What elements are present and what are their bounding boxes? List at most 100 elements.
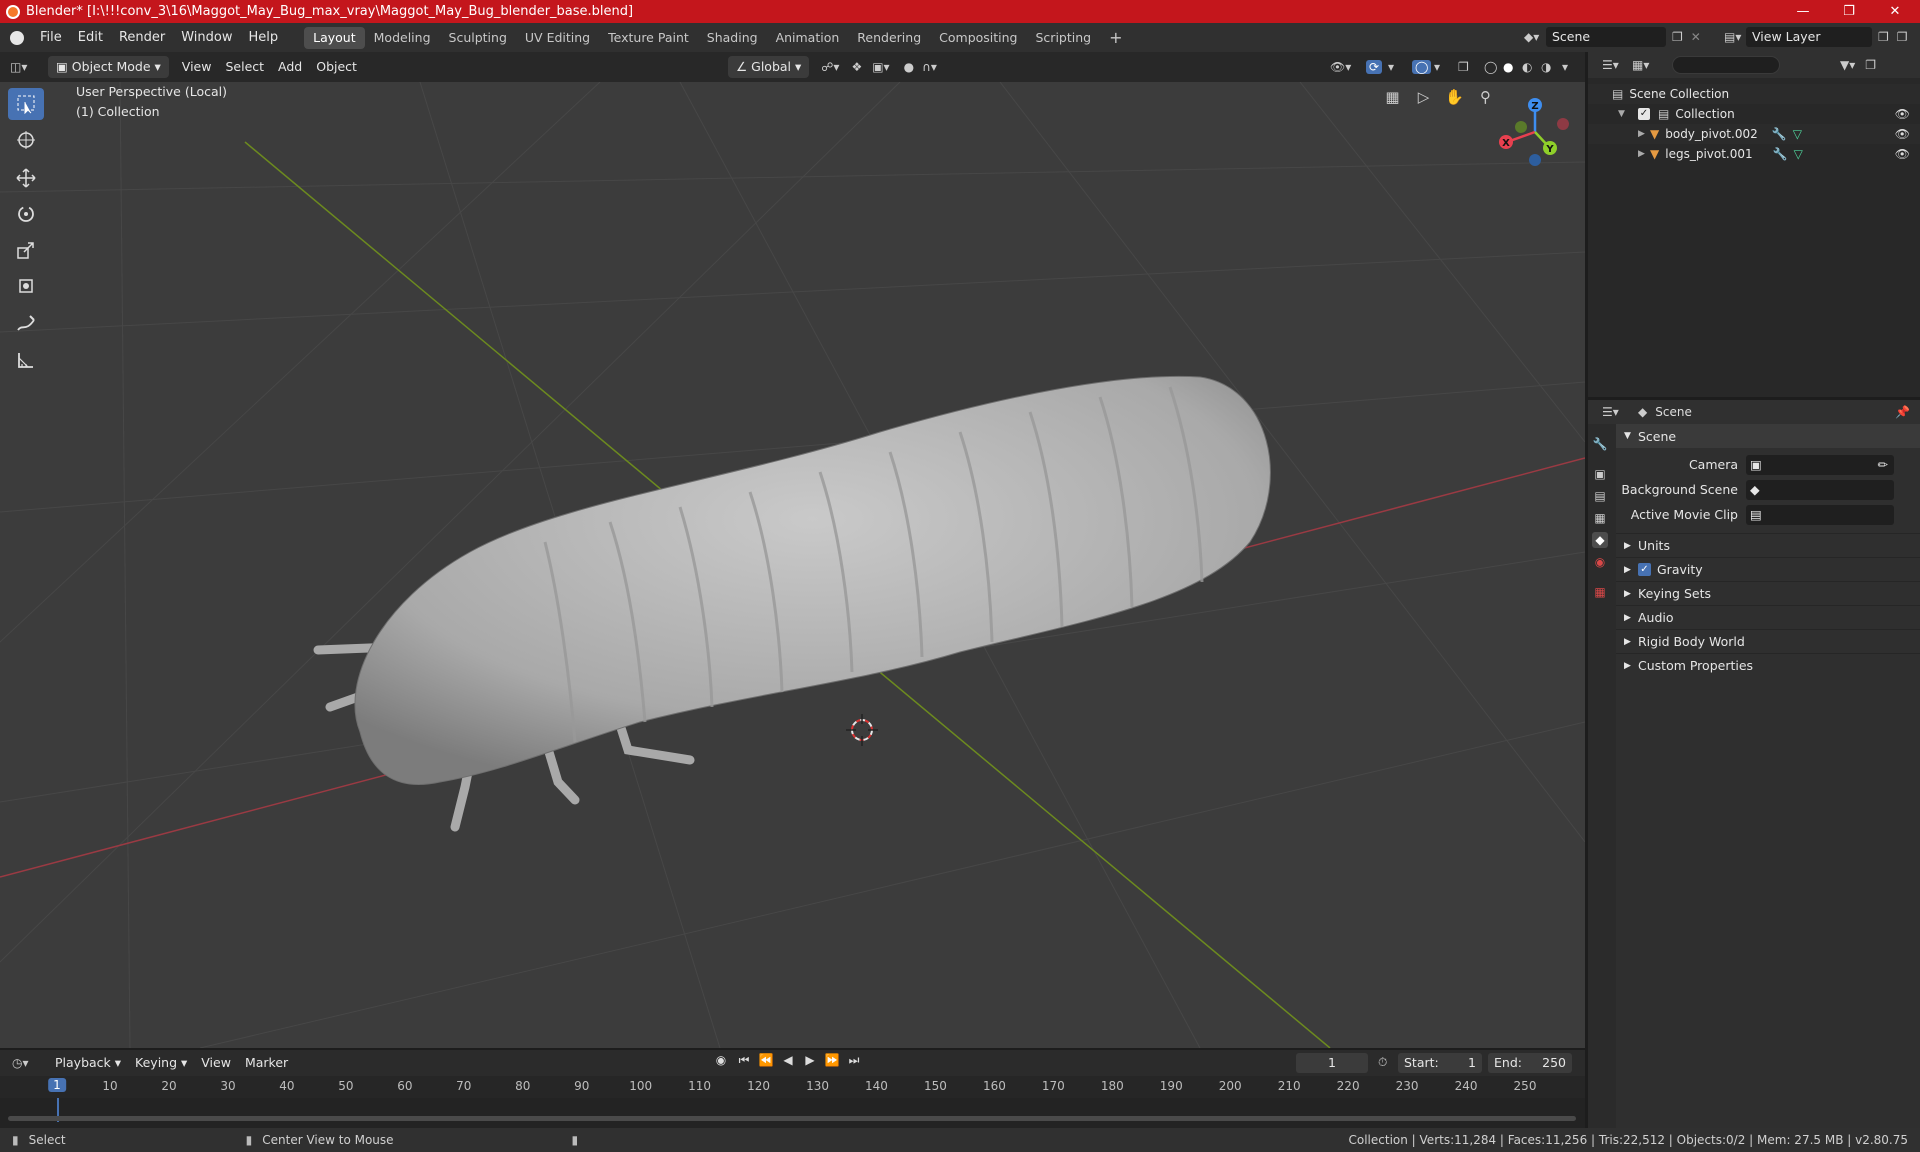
camera-field[interactable]: ▣ ✏ (1746, 454, 1894, 475)
outliner-object-legs[interactable]: ▶ ▼ legs_pivot.001 🔧 ▽ 👁 (1588, 144, 1920, 164)
blender-menu-icon[interactable] (10, 30, 24, 45)
new-collection-icon[interactable]: ❐ (1865, 58, 1876, 72)
cursor-tool[interactable] (8, 124, 44, 156)
rotate-tool[interactable] (8, 198, 44, 230)
background-scene-field[interactable]: ◆ (1746, 479, 1894, 500)
object-visibility-icon[interactable]: 👁 (1895, 147, 1910, 161)
menu-help[interactable]: Help (241, 27, 287, 49)
scene-panel-header[interactable]: ▼ Scene (1616, 424, 1920, 448)
outliner-search-input[interactable] (1672, 56, 1780, 74)
world-tab-icon[interactable]: ◉ (1592, 554, 1608, 570)
maximize-button[interactable]: ❐ (1826, 0, 1872, 23)
play-icon[interactable]: ▶ (802, 1053, 818, 1068)
keying-sets-panel-header[interactable]: ▶ Keying Sets (1616, 581, 1920, 605)
timeline-track-area[interactable] (0, 1098, 1585, 1124)
solid-shading-icon[interactable]: ● (1503, 60, 1513, 74)
tab-shading[interactable]: Shading (698, 27, 767, 49)
add-workspace-icon[interactable]: + (1100, 27, 1131, 49)
navigation-gizmo[interactable]: Z X Y (1499, 98, 1569, 166)
tab-layout[interactable]: Layout (304, 26, 365, 49)
new-scene-icon[interactable]: ❐ (1672, 30, 1683, 44)
rigid-body-world-panel-header[interactable]: ▶ Rigid Body World (1616, 629, 1920, 653)
snap-target-icon[interactable]: ▣▾ (872, 60, 889, 74)
menu-timeline-view[interactable]: View (194, 1052, 238, 1074)
material-shading-icon[interactable]: ◐ (1522, 60, 1532, 74)
menu-render[interactable]: Render (111, 27, 173, 49)
menu-file[interactable]: File (32, 27, 70, 49)
overlays-toggle-icon[interactable]: ◯ (1412, 60, 1432, 74)
falloff-icon[interactable]: ∩▾ (922, 60, 937, 74)
annotate-tool[interactable] (8, 308, 44, 340)
measure-tool[interactable] (8, 344, 44, 376)
filter-icon[interactable]: ▼▾ (1840, 58, 1855, 72)
frame-ruler[interactable]: 1 10 20 30 40 50 60 70 80 90 100 110 120 130 140 150 160… (0, 1076, 1585, 1098)
tab-rendering[interactable]: Rendering (848, 27, 930, 49)
display-mode-icon[interactable]: ▦▾ (1632, 58, 1672, 72)
outliner-editor-icon[interactable]: ☰▾ (1602, 58, 1632, 72)
tab-animation[interactable]: Animation (767, 27, 849, 49)
overlays-dropdown-icon[interactable]: ▾ (1434, 60, 1440, 74)
3d-viewport[interactable]: Z X Y User Perspective (Local) (1) Colle… (0, 82, 1585, 1048)
jump-keyframe-back-icon[interactable]: ⏪ (758, 1053, 774, 1068)
outliner-scene-collection[interactable]: ▤ Scene Collection (1588, 84, 1920, 104)
mode-dropdown[interactable]: ▣ Object Mode ▾ (48, 56, 169, 78)
tab-texture-paint[interactable]: Texture Paint (599, 27, 698, 49)
zoom-icon[interactable]: ⚲ (1475, 88, 1496, 106)
gizmo-toggle-icon[interactable]: ⟳ (1366, 60, 1383, 74)
shading-dropdown-icon[interactable]: ▾ (1562, 60, 1568, 74)
view-layer-field[interactable]: View Layer (1746, 27, 1872, 47)
editor-type-icon[interactable]: ◫▾ (10, 60, 44, 74)
jump-start-icon[interactable]: ⏮ (736, 1053, 752, 1068)
start-frame-field[interactable]: Start: 1 (1398, 1053, 1482, 1073)
outliner-collection[interactable]: ▼ ✓ ▤ Collection 👁 (1588, 104, 1920, 124)
record-icon[interactable]: ◉ (712, 1053, 730, 1068)
jump-end-icon[interactable]: ⏭ (846, 1053, 862, 1068)
scene-icon[interactable]: ◆▾ (1524, 30, 1546, 44)
pin-icon[interactable]: 📌 (1895, 405, 1910, 419)
view-layer-icon[interactable]: ▤▾ (1724, 30, 1746, 44)
modifier-wrench-icon[interactable]: 🔧 (1772, 127, 1787, 141)
menu-select[interactable]: Select (218, 56, 271, 78)
render-tab-icon[interactable]: ▣ (1592, 466, 1608, 482)
wireframe-shading-icon[interactable]: ◯ (1484, 60, 1497, 74)
scene-tab-icon[interactable]: ◆ (1592, 532, 1608, 548)
camera-view-icon[interactable]: ▷ (1413, 88, 1434, 106)
close-window-button[interactable]: ✕ (1872, 0, 1918, 23)
menu-edit[interactable]: Edit (70, 27, 111, 49)
stopwatch-icon[interactable]: ⏱ (1378, 1055, 1387, 1070)
current-frame-field[interactable]: 1 (1296, 1053, 1368, 1073)
tab-modeling[interactable]: Modeling (365, 27, 440, 49)
tab-sculpting[interactable]: Sculpting (440, 27, 516, 49)
modifier-wrench-icon[interactable]: 🔧 (1773, 147, 1788, 161)
menu-view[interactable]: View (175, 56, 219, 78)
tool-tab-icon[interactable]: 🔧 (1592, 436, 1608, 452)
end-frame-field[interactable]: End: 250 (1488, 1053, 1572, 1073)
xray-icon[interactable]: ❐ (1458, 60, 1469, 74)
timeline-editor-icon[interactable]: ◷▾ (12, 1056, 48, 1070)
visibility-icon[interactable]: 👁▾ (1330, 60, 1351, 74)
play-reverse-icon[interactable]: ◀ (780, 1053, 796, 1068)
active-movie-clip-field[interactable]: ▤ (1746, 504, 1894, 525)
collection-checkbox[interactable]: ✓ (1638, 108, 1650, 120)
expand-arrow-icon[interactable]: ▶ (1638, 129, 1650, 139)
audio-panel-header[interactable]: ▶ Audio (1616, 605, 1920, 629)
rendered-shading-icon[interactable]: ◑ (1541, 60, 1551, 74)
move-tool[interactable] (8, 162, 44, 194)
object-visibility-icon[interactable]: 👁 (1895, 127, 1910, 141)
minimize-button[interactable]: — (1780, 0, 1826, 23)
collection-visibility-icon[interactable]: 👁 (1895, 107, 1910, 121)
menu-playback[interactable]: Playback ▾ (48, 1052, 128, 1074)
gizmo-dropdown-icon[interactable]: ▾ (1388, 60, 1394, 74)
expand-arrow-icon[interactable]: ▼ (1618, 109, 1630, 119)
tab-compositing[interactable]: Compositing (930, 27, 1026, 49)
mesh-data-icon[interactable]: ▽ (1794, 147, 1803, 161)
pan-hand-icon[interactable]: ✋ (1444, 88, 1465, 106)
menu-keying[interactable]: Keying ▾ (128, 1052, 194, 1074)
custom-properties-panel-header[interactable]: ▶ Custom Properties (1616, 653, 1920, 677)
menu-object[interactable]: Object (309, 56, 364, 78)
viewport-scene[interactable]: Z X Y (0, 82, 1585, 1048)
orientation-dropdown[interactable]: ∠ Global ▾ (727, 56, 810, 78)
scale-tool[interactable] (8, 234, 44, 266)
select-box-tool[interactable] (8, 88, 44, 120)
transform-tool[interactable] (8, 270, 44, 302)
